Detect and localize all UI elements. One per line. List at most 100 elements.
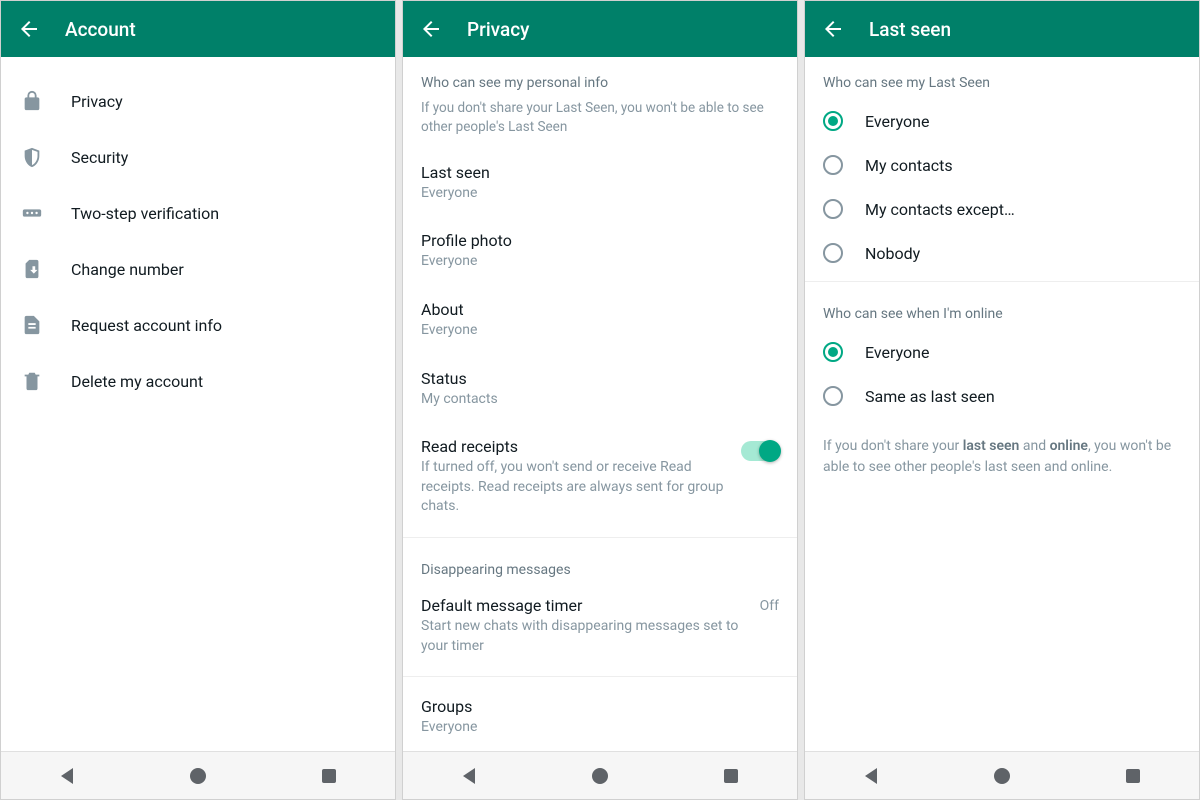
divider [403,676,797,677]
account-panel: Account Privacy Security Two-step verifi… [0,0,396,800]
pref-sub: My contacts [421,390,779,410]
nav-home-button[interactable] [588,764,612,788]
account-item-label: Request account info [71,316,222,335]
back-button[interactable] [419,17,443,41]
nav-back-button[interactable] [859,764,883,788]
nav-home-button[interactable] [990,764,1014,788]
radio-label: Nobody [865,244,920,263]
triangle-back-icon [61,768,73,784]
account-item-two-step[interactable]: Two-step verification [1,185,395,241]
nav-recents-button[interactable] [1121,764,1145,788]
document-icon [21,314,43,336]
nav-recents-button[interactable] [317,764,341,788]
arrow-back-icon [17,17,41,41]
privacy-panel: Privacy Who can see my personal info If … [402,0,798,800]
radio-label: Everyone [865,112,929,131]
pref-sub: Everyone [421,321,779,341]
pin-icon [21,202,43,224]
trash-icon [21,370,43,392]
radio-option-online-1[interactable]: Same as last seen [805,374,1199,418]
radio-option-online-0[interactable]: Everyone [805,330,1199,374]
pref-title: Default message timer [421,596,748,615]
android-navbar [1,751,395,799]
nav-recents-button[interactable] [719,764,743,788]
pref-sub: If turned off, you won't send or receive… [421,458,729,517]
footnote-bold: last seen [963,438,1020,454]
appbar-last-seen: Last seen [805,1,1199,57]
appbar-privacy: Privacy [403,1,797,57]
pref-profile-photo[interactable]: Profile photo Everyone [403,217,797,286]
account-item-label: Privacy [71,92,123,111]
arrow-back-icon [419,17,443,41]
radio-option-lastseen-2[interactable]: My contacts except… [805,187,1199,231]
pref-last-seen[interactable]: Last seen Everyone [403,149,797,218]
account-item-label: Delete my account [71,372,203,391]
section-header-disappearing: Disappearing messages [403,544,797,582]
radio-option-lastseen-3[interactable]: Nobody [805,231,1199,275]
account-item-change-number[interactable]: Change number [1,241,395,297]
appbar-title: Account [65,18,136,41]
section-note-personal-info: If you don't share your Last Seen, you w… [403,95,797,149]
account-item-security[interactable]: Security [1,129,395,185]
pref-title: Last seen [421,163,779,182]
pref-groups[interactable]: Groups Everyone [403,683,797,752]
nav-back-button[interactable] [457,764,481,788]
divider [805,281,1199,282]
section-header-personal-info: Who can see my personal info [403,57,797,95]
account-item-delete[interactable]: Delete my account [1,353,395,409]
android-navbar [403,751,797,799]
footnote-text: and [1019,438,1049,454]
account-item-request-info[interactable]: Request account info [1,297,395,353]
appbar-account: Account [1,1,395,57]
arrow-back-icon [821,17,845,41]
pref-sub: Start new chats with disappearing messag… [421,617,748,656]
pref-title: Read receipts [421,437,729,456]
back-button[interactable] [821,17,845,41]
radio-option-lastseen-1[interactable]: My contacts [805,143,1199,187]
pref-sub: Everyone [421,718,779,738]
radio-header-lastseen: Who can see my Last Seen [805,57,1199,99]
radio-icon [823,342,843,362]
radio-label: Everyone [865,343,929,362]
account-list: Privacy Security Two-step verification C… [1,57,395,799]
pref-sub: Everyone [421,184,779,204]
pref-about[interactable]: About Everyone [403,286,797,355]
nav-home-button[interactable] [186,764,210,788]
radio-header-online: Who can see when I'm online [805,288,1199,330]
privacy-content: Who can see my personal info If you don'… [403,57,797,799]
shield-icon [21,146,43,168]
square-recents-icon [1126,769,1140,783]
lock-icon [21,90,43,112]
circle-home-icon [994,768,1010,784]
pref-read-receipts[interactable]: Read receipts If turned off, you won't s… [403,423,797,531]
triangle-back-icon [865,768,877,784]
circle-home-icon [592,768,608,784]
pref-value: Off [760,598,779,614]
android-navbar [805,751,1199,799]
read-receipts-toggle[interactable] [741,441,779,461]
circle-home-icon [190,768,206,784]
pref-status[interactable]: Status My contacts [403,355,797,424]
appbar-title: Last seen [869,18,951,41]
footnote: If you don't share your last seen and on… [805,418,1199,496]
appbar-title: Privacy [467,18,529,41]
footnote-bold: online [1050,438,1088,454]
square-recents-icon [724,769,738,783]
account-item-label: Two-step verification [71,204,219,223]
last-seen-panel: Last seen Who can see my Last Seen Every… [804,0,1200,800]
pref-default-timer[interactable]: Default message timer Start new chats wi… [403,582,797,670]
sim-swap-icon [21,258,43,280]
toggle-knob-icon [759,440,781,462]
account-item-privacy[interactable]: Privacy [1,73,395,129]
last-seen-content: Who can see my Last Seen Everyone My cont… [805,57,1199,799]
back-button[interactable] [17,17,41,41]
pref-title: Profile photo [421,231,779,250]
radio-icon [823,243,843,263]
pref-sub: Everyone [421,252,779,272]
divider [403,537,797,538]
radio-label: Same as last seen [865,387,995,406]
radio-icon [823,111,843,131]
account-item-label: Change number [71,260,184,279]
nav-back-button[interactable] [55,764,79,788]
radio-option-lastseen-0[interactable]: Everyone [805,99,1199,143]
